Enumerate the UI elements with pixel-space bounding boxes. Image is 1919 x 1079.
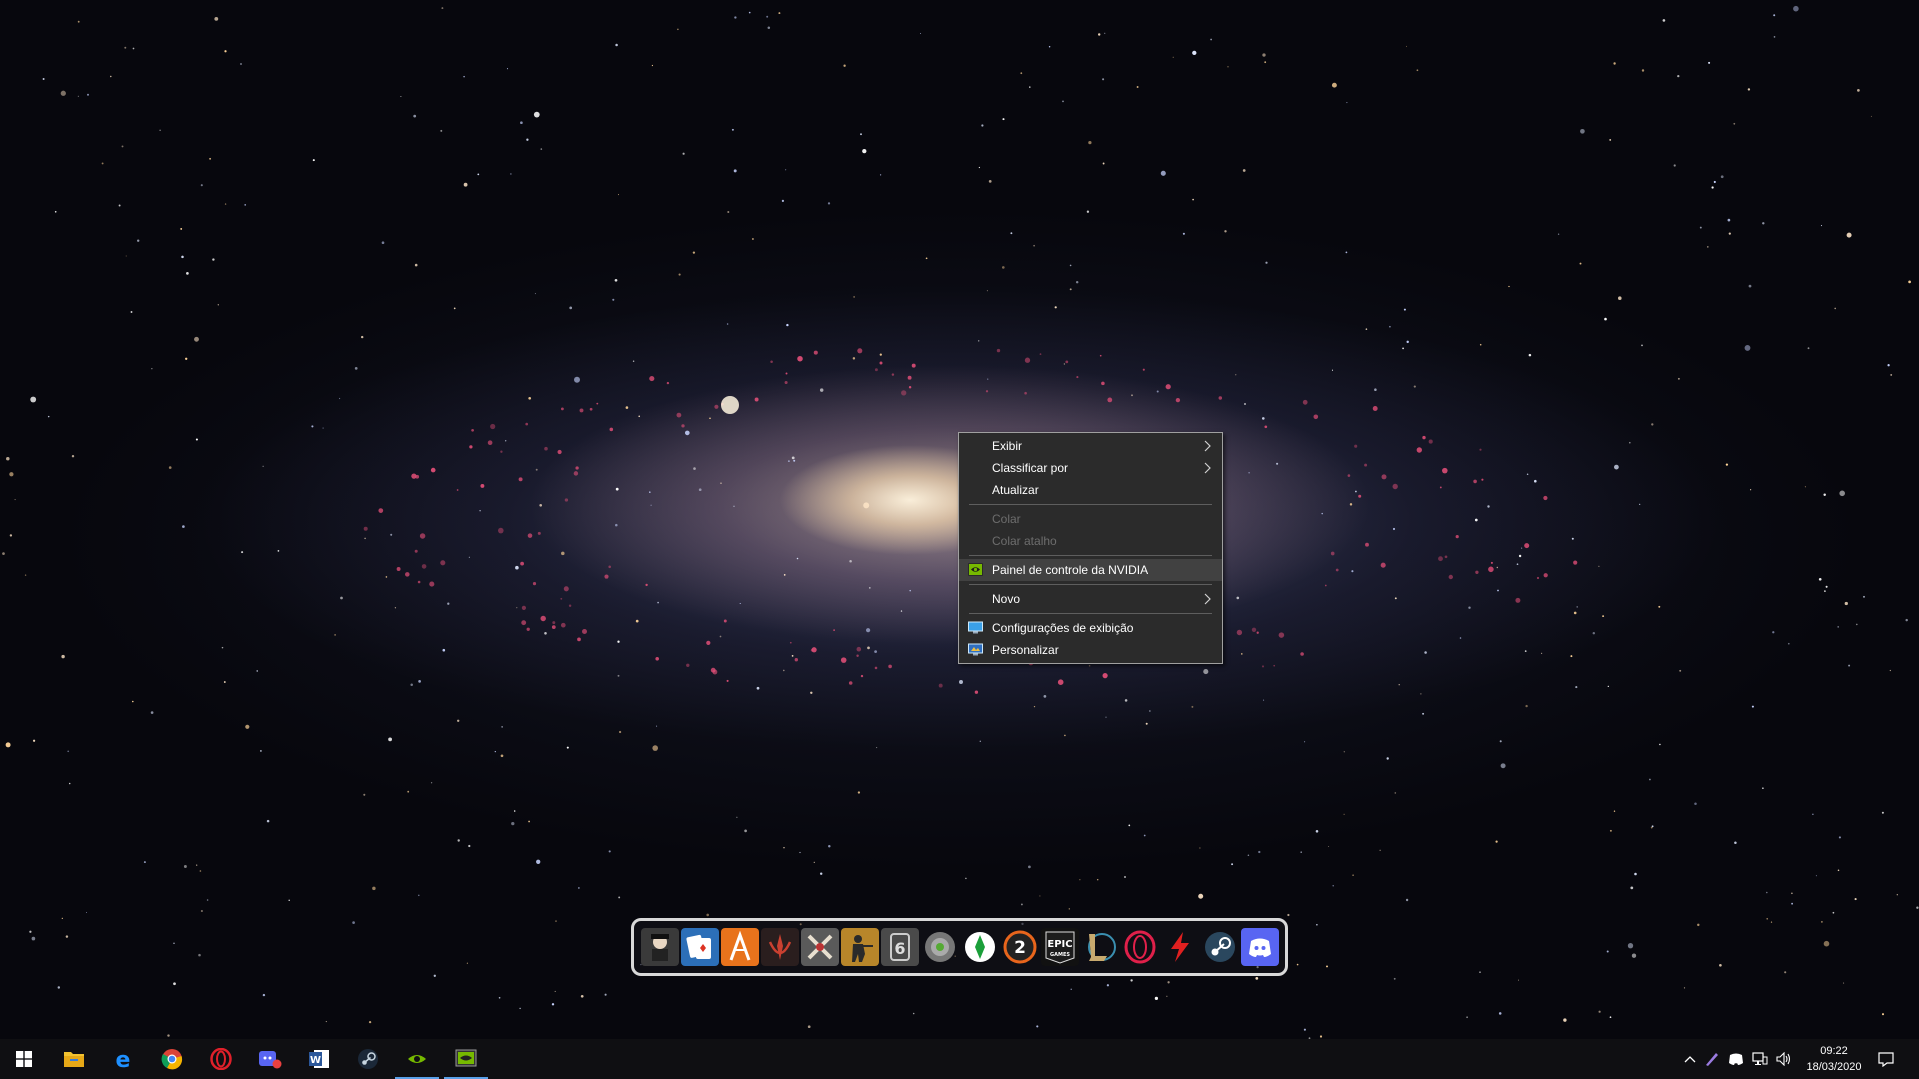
solitaire-cards-icon[interactable] [680,928,719,966]
menu-item-label: Colar [992,512,1021,526]
menu-item-colar: Colar [959,508,1222,530]
age-of-empires-icon[interactable] [800,928,839,966]
menu-item-personalizar[interactable]: Personalizar [959,639,1222,661]
menu-item-classificar-por[interactable]: Classificar por [959,457,1222,479]
discord-icon[interactable] [1240,928,1279,966]
system-clock[interactable]: 09:22 18/03/2020 [1794,1043,1874,1075]
start-button[interactable] [0,1039,48,1079]
counter-strike-icon[interactable] [840,928,879,966]
menu-item-label: Configurações de exibição [992,621,1134,635]
svg-text:GAMES: GAMES [1050,952,1070,958]
league-of-legends-icon[interactable] [1081,928,1119,966]
menu-item-label: Atualizar [992,483,1039,497]
svg-text:6: 6 [894,939,905,958]
menu-item-novo[interactable]: Novo [959,588,1222,610]
discord-tray-icon[interactable] [1726,1049,1746,1069]
opera-icon[interactable] [197,1039,245,1079]
nvidia-control-panel-taskbar-icon[interactable] [442,1039,490,1079]
show-hidden-icons-chevron-up-icon[interactable] [1680,1049,1700,1069]
pen-workspace-icon[interactable] [1702,1049,1722,1069]
svg-text:e: e [116,1048,131,1070]
nvidia-icon [968,563,983,576]
file-explorer-icon[interactable] [50,1039,98,1079]
menu-separator [969,584,1212,585]
svg-text:2: 2 [1014,938,1026,958]
menu-separator [969,504,1212,505]
menu-item-label: Colar atalho [992,534,1057,548]
star-wars-jedi-icon[interactable] [760,928,799,966]
chevron-right-icon [1204,440,1211,452]
menu-item-configuracoes-de-exibicao[interactable]: Configurações de exibição [959,617,1222,639]
chevron-right-icon [1204,462,1211,474]
display-settings-icon [968,621,983,634]
volume-icon[interactable] [1774,1049,1794,1069]
nvidia-taskbar-icon[interactable] [393,1039,441,1079]
clock-time: 09:22 [1820,1045,1848,1057]
personalize-icon [968,643,983,656]
fallout-shelter-icon[interactable] [720,928,759,966]
menu-separator [969,613,1212,614]
menu-item-exibir[interactable]: Exibir [959,435,1222,457]
menu-item-label: Exibir [992,439,1023,453]
steam-taskbar-icon[interactable] [344,1039,392,1079]
menu-item-colar-atalho: Colar atalho [959,530,1222,552]
menu-item-nvidia-control-panel[interactable]: Painel de controle da NVIDIA [959,559,1222,581]
app-dock: 6 2 EPIC GAMES [631,918,1288,976]
steam-icon[interactable] [1201,928,1239,966]
desktop-wallpaper[interactable]: Exibir Classificar por Atualizar Colar C… [0,0,1919,1039]
epic-games-icon[interactable]: EPIC GAMES [1040,928,1079,966]
menu-item-label: Personalizar [992,643,1059,657]
clock-date: 18/03/2020 [1806,1061,1862,1073]
network-icon[interactable] [1750,1049,1770,1069]
menu-item-label: Novo [992,592,1021,606]
chrome-icon[interactable] [148,1039,196,1079]
overwatch-2-icon[interactable]: 2 [1001,928,1039,966]
opera-gx-icon[interactable] [1121,928,1159,966]
game-character-icon[interactable] [640,928,679,966]
lightning-app-icon[interactable] [1161,928,1199,966]
discord-taskbar-icon[interactable] [246,1039,294,1079]
menu-separator [969,555,1212,556]
taskbar: e W 09:22 18/03/2020 [0,1039,1919,1079]
chevron-right-icon [1204,593,1211,605]
svg-text:W: W [310,1055,321,1066]
edge-legacy-icon[interactable]: e [99,1039,147,1079]
menu-item-label: Classificar por [992,461,1069,475]
desktop-context-menu: Exibir Classificar por Atualizar Colar C… [958,432,1223,664]
rainbow-six-icon[interactable]: 6 [880,928,919,966]
windows-logo-icon [16,1051,32,1067]
word-icon[interactable]: W [295,1039,343,1079]
menu-item-atualizar[interactable]: Atualizar [959,479,1222,501]
the-sims-icon[interactable] [961,928,999,966]
action-center-notification-icon[interactable] [1876,1049,1896,1069]
svg-text:EPIC: EPIC [1047,939,1072,950]
round-game-icon[interactable] [921,928,959,966]
menu-item-label: Painel de controle da NVIDIA [992,563,1149,577]
